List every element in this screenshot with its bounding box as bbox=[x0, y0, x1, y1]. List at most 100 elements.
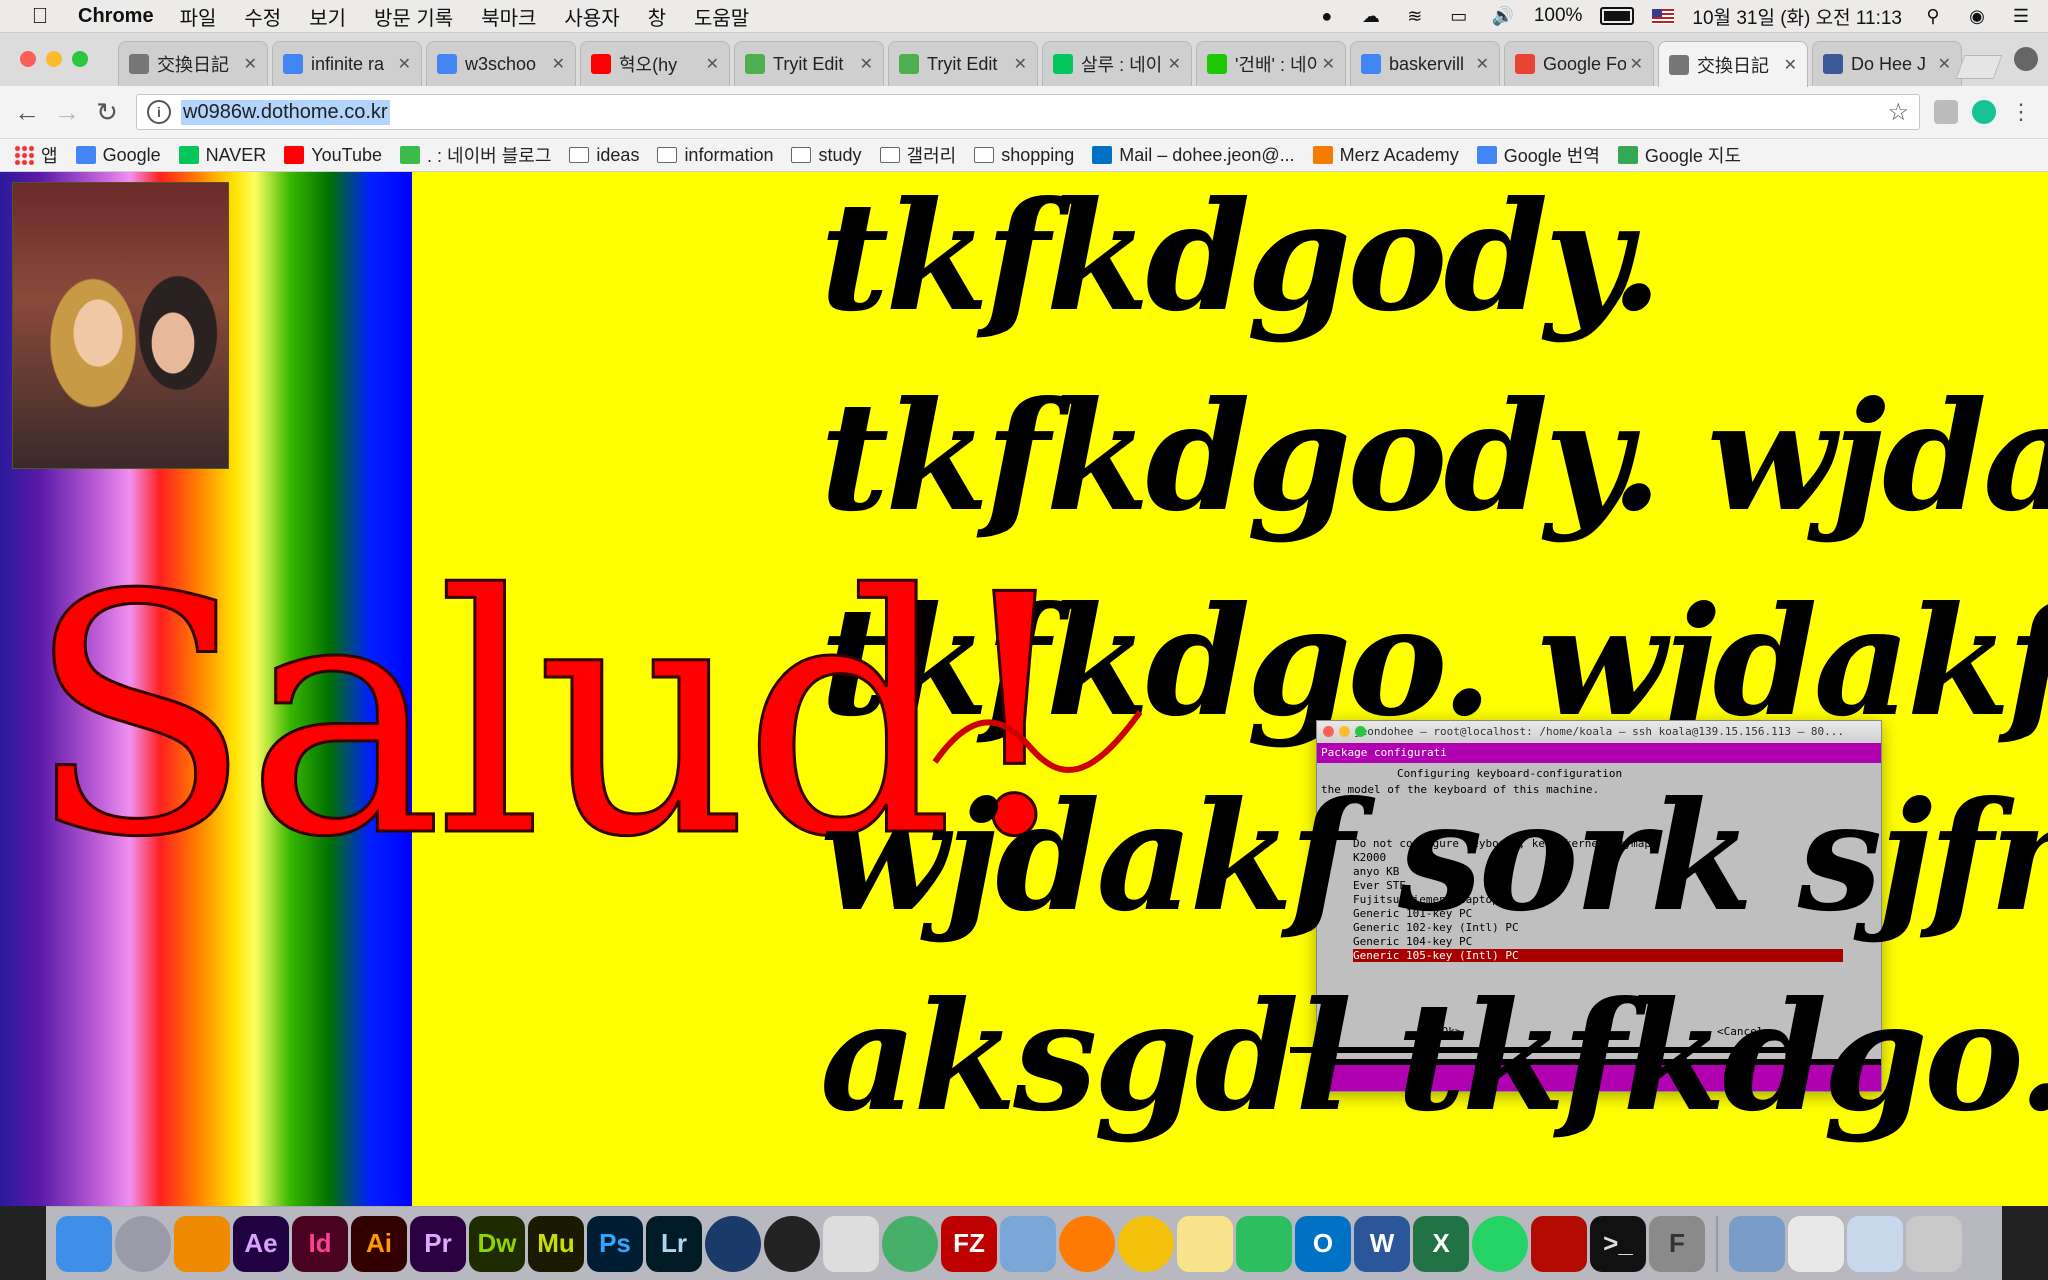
word-icon[interactable]: W bbox=[1354, 1215, 1410, 1272]
bookmark-2[interactable]: Google bbox=[75, 145, 161, 166]
tab-close-icon[interactable]: ✕ bbox=[1168, 54, 1181, 74]
address-url[interactable]: w0986w.dothome.co.kr bbox=[181, 99, 390, 125]
photoshop-icon[interactable]: Ps bbox=[587, 1215, 643, 1272]
evernote-status-icon[interactable]: ● bbox=[1314, 5, 1340, 27]
bookmark-14[interactable]: Google 지도 bbox=[1617, 142, 1741, 168]
notes-icon[interactable] bbox=[1177, 1215, 1233, 1272]
tab-6[interactable]: Tryit Edit ✕ bbox=[888, 41, 1038, 86]
bookmark-10[interactable]: shopping bbox=[974, 145, 1074, 166]
tab-7[interactable]: 살루 : 네이 ✕ bbox=[1042, 41, 1192, 86]
indesign-icon[interactable]: Id bbox=[292, 1215, 348, 1272]
address-bar[interactable]: i w0986w.dothome.co.kr ☆ bbox=[136, 94, 1920, 130]
downloads-stack-icon[interactable] bbox=[1729, 1215, 1785, 1272]
menu-edit[interactable]: 수정 bbox=[244, 2, 281, 31]
new-tab-button[interactable] bbox=[1955, 55, 2003, 79]
tab-close-icon[interactable]: ✕ bbox=[1476, 54, 1489, 74]
muse-icon[interactable]: Mu bbox=[528, 1215, 584, 1272]
tab-5[interactable]: Tryit Edit ✕ bbox=[734, 41, 884, 86]
reload-icon[interactable]: ↻ bbox=[90, 96, 124, 128]
bookmark-11[interactable]: Mail – dohee.jeon@... bbox=[1092, 145, 1295, 166]
excel-icon[interactable]: X bbox=[1413, 1215, 1469, 1272]
finder-icon[interactable] bbox=[56, 1215, 112, 1272]
notification-center-icon[interactable]: ☰ bbox=[2008, 5, 2034, 27]
terminal-zoom-button[interactable] bbox=[1355, 726, 1366, 737]
preview-icon[interactable] bbox=[1000, 1215, 1056, 1272]
menu-people[interactable]: 사용자 bbox=[564, 2, 619, 31]
terminal-close-button[interactable] bbox=[1323, 726, 1334, 737]
unity-icon[interactable] bbox=[823, 1215, 879, 1272]
acrobat-icon[interactable] bbox=[1531, 1215, 1587, 1272]
tab-close-icon[interactable]: ✕ bbox=[398, 54, 411, 74]
bookmark-4[interactable]: YouTube bbox=[284, 145, 382, 166]
tab-close-icon[interactable]: ✕ bbox=[552, 54, 565, 74]
input-source-flag-icon[interactable] bbox=[1652, 8, 1675, 24]
premiere-icon[interactable]: Pr bbox=[410, 1215, 466, 1272]
menu-window[interactable]: 창 bbox=[648, 2, 666, 31]
tab-close-icon[interactable]: ✕ bbox=[244, 54, 257, 74]
back-arrow-icon[interactable]: ← bbox=[10, 96, 44, 128]
tab-close-icon[interactable]: ✕ bbox=[706, 54, 719, 74]
menu-view[interactable]: 보기 bbox=[309, 2, 346, 31]
chrome-icon[interactable] bbox=[1118, 1215, 1174, 1272]
profile-icon[interactable] bbox=[2014, 47, 2038, 71]
chrome-menu-icon[interactable]: ⋮ bbox=[2004, 96, 2038, 128]
lightroom-icon[interactable]: Lr bbox=[646, 1215, 702, 1272]
forward-arrow-icon[interactable]: → bbox=[50, 96, 84, 128]
whatsapp-icon[interactable] bbox=[1472, 1215, 1528, 1272]
document-stack-icon[interactable] bbox=[1788, 1215, 1844, 1272]
tab-2[interactable]: infinite ra ✕ bbox=[272, 41, 422, 86]
window-stack-icon[interactable] bbox=[1847, 1215, 1903, 1272]
site-info-icon[interactable]: i bbox=[147, 100, 171, 124]
bookmark-5[interactable]: . : 네이버 블로그 bbox=[400, 142, 551, 168]
bookmark-6[interactable]: ideas bbox=[569, 145, 639, 166]
terminal-icon[interactable]: >_ bbox=[1590, 1215, 1646, 1272]
clock[interactable]: 10월 31일 (화) 오전 11:13 bbox=[1692, 3, 1902, 30]
tab-close-icon[interactable]: ✕ bbox=[860, 54, 873, 74]
battery-icon[interactable] bbox=[1600, 7, 1635, 25]
spotlight-search-icon[interactable]: ⚲ bbox=[1920, 5, 1946, 27]
font-book-icon[interactable]: F bbox=[1649, 1215, 1705, 1272]
tab-8[interactable]: '건배' : 네이 ✕ bbox=[1196, 41, 1346, 86]
bookmark-7[interactable]: information bbox=[657, 145, 773, 166]
bookmark-9[interactable]: 갤러리 bbox=[879, 142, 956, 168]
menu-help[interactable]: 도움말 bbox=[694, 2, 749, 31]
menu-file[interactable]: 파일 bbox=[180, 2, 217, 31]
terminal-minimize-button[interactable] bbox=[1339, 726, 1350, 737]
app-menu-chrome[interactable]: Chrome bbox=[78, 5, 154, 28]
airplay-icon[interactable]: ▭ bbox=[1446, 5, 1472, 27]
tab-12[interactable]: Do Hee J ✕ bbox=[1812, 41, 1962, 86]
creative-cloud-icon[interactable]: ☁ bbox=[1358, 5, 1384, 27]
menu-bookmarks[interactable]: 북마크 bbox=[481, 2, 536, 31]
outlook-icon[interactable]: O bbox=[1295, 1215, 1351, 1272]
tab-11[interactable]: 交換日記 ✕ bbox=[1658, 41, 1808, 87]
tab-10[interactable]: Google Fo ✕ bbox=[1504, 41, 1654, 86]
blender-icon[interactable] bbox=[764, 1215, 820, 1272]
tab-4[interactable]: 혁오(hy ✕ bbox=[580, 41, 730, 86]
tab-close-icon[interactable]: ✕ bbox=[1630, 54, 1643, 74]
after-effects-icon[interactable]: Ae bbox=[233, 1215, 289, 1272]
filezilla-icon[interactable]: FZ bbox=[941, 1215, 997, 1272]
firefox-icon[interactable] bbox=[1059, 1215, 1115, 1272]
vlc-icon[interactable] bbox=[174, 1215, 230, 1272]
keyboard-option[interactable]: Generic 105-key (Intl) PC bbox=[1353, 949, 1843, 962]
battery-percent[interactable]: 100% bbox=[1534, 5, 1583, 27]
cinema4d-icon[interactable] bbox=[705, 1215, 761, 1272]
window-zoom-button[interactable] bbox=[72, 51, 88, 67]
dreamweaver-icon[interactable]: Dw bbox=[469, 1215, 525, 1272]
wifi-icon[interactable]: ≋ bbox=[1402, 5, 1428, 27]
bookmark-13[interactable]: Google 번역 bbox=[1476, 142, 1600, 168]
tab-3[interactable]: w3schoo ✕ bbox=[426, 41, 576, 86]
illustrator-icon[interactable]: Ai bbox=[351, 1215, 407, 1272]
bookmark-star-icon[interactable]: ☆ bbox=[1887, 98, 1909, 127]
tab-1[interactable]: 交換日記 ✕ bbox=[118, 41, 268, 86]
bookmark-3[interactable]: NAVER bbox=[178, 145, 266, 166]
volume-icon[interactable]: 🔊 bbox=[1490, 5, 1516, 27]
tab-9[interactable]: baskervill ✕ bbox=[1350, 41, 1500, 86]
tab-close-icon[interactable]: ✕ bbox=[1938, 54, 1951, 74]
bookmark-8[interactable]: study bbox=[791, 145, 862, 166]
menu-history[interactable]: 방문 기록 bbox=[374, 2, 453, 31]
bookmark-1[interactable]: 앱 bbox=[14, 142, 58, 168]
terminal-titlebar[interactable]: jeondohee — root@localhost: /home/koala … bbox=[1317, 721, 1881, 743]
tab-close-icon[interactable]: ✕ bbox=[1784, 55, 1797, 75]
window-minimize-button[interactable] bbox=[46, 51, 62, 67]
